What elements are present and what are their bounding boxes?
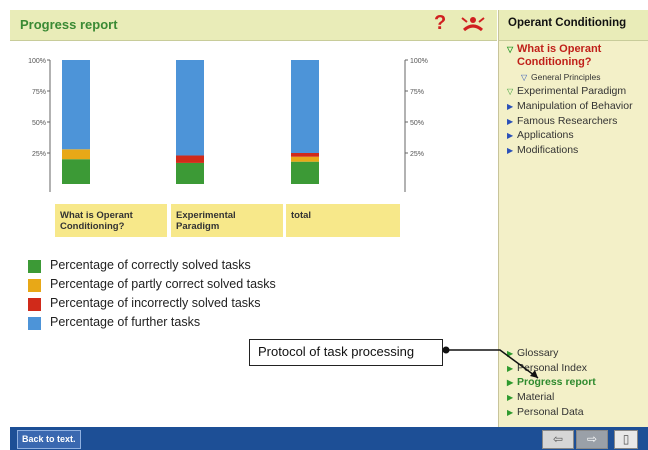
y-tick-label-left: 50% bbox=[32, 120, 46, 127]
category-label: Paradigm bbox=[176, 221, 219, 232]
title-bar: Progress report ? bbox=[10, 10, 497, 41]
back-to-text-button[interactable]: Back to text. bbox=[17, 430, 81, 449]
legend-item: Percentage of correctly solved tasks bbox=[28, 258, 328, 274]
progress-chart: 25% 25% 50% 50% 75% 75% 100% 100% What is Operan… bbox=[28, 58, 428, 237]
legend-label: Percentage of incorrectly solved tasks bbox=[50, 296, 261, 310]
sidebar-item-glossary[interactable]: ▶ Glossary bbox=[507, 347, 558, 359]
protocol-label: Protocol of task processing bbox=[258, 344, 415, 359]
person-icon[interactable] bbox=[458, 14, 488, 36]
category-label: total bbox=[291, 210, 311, 221]
previous-page-button[interactable]: ⇦ bbox=[542, 430, 574, 449]
triangle-down-icon: ▽ bbox=[507, 87, 514, 96]
sidebar-item-experimental-paradigm[interactable]: ▽ Experimental Paradigm bbox=[507, 85, 626, 97]
bar-segment bbox=[62, 149, 90, 160]
bottom-bar: Back to text. ⇦ ⇨ ▯ bbox=[10, 427, 648, 450]
sidebar-title: Operant Conditioning bbox=[508, 17, 627, 29]
arrow-right-icon: ⇨ bbox=[586, 432, 598, 446]
legend-item: Percentage of incorrectly solved tasks bbox=[28, 296, 328, 312]
bar-segment bbox=[62, 159, 90, 184]
help-icon[interactable]: ? bbox=[434, 12, 446, 35]
triangle-right-icon: ▶ bbox=[507, 117, 514, 126]
legend-label: Percentage of correctly solved tasks bbox=[50, 258, 251, 272]
category-label: Conditioning? bbox=[60, 221, 125, 232]
legend-item: Percentage of partly correct solved task… bbox=[28, 277, 328, 293]
y-tick-label-right: 50% bbox=[410, 120, 424, 127]
sidebar-item-famous-researchers[interactable]: ▶ Famous Researchers bbox=[507, 115, 617, 127]
triangle-right-icon: ▶ bbox=[507, 349, 514, 358]
triangle-down-icon: ▽ bbox=[507, 45, 514, 54]
legend-label: Percentage of partly correct solved task… bbox=[50, 277, 276, 291]
triangle-right-icon: ▶ bbox=[507, 408, 514, 417]
legend-swatch bbox=[28, 317, 41, 330]
y-tick-label-left: 25% bbox=[32, 151, 46, 158]
legend-swatch bbox=[28, 260, 41, 273]
triangle-right-icon: ▶ bbox=[507, 131, 514, 140]
legend-label: Percentage of further tasks bbox=[50, 315, 201, 329]
sidebar-item-progress-report[interactable]: ▶ Progress report bbox=[507, 376, 596, 388]
sidebar-item-material[interactable]: ▶ Material bbox=[507, 391, 554, 403]
triangle-right-icon: ▶ bbox=[507, 378, 514, 387]
sidebar-item-general-principles[interactable]: ▽ General Principles bbox=[521, 72, 600, 82]
bar-segment bbox=[291, 60, 319, 153]
y-tick-label-right: 75% bbox=[410, 89, 424, 96]
bar-segment bbox=[176, 155, 204, 163]
legend-swatch bbox=[28, 279, 41, 292]
bar-segment bbox=[291, 161, 319, 184]
legend-swatch bbox=[28, 298, 41, 311]
page-title: Progress report bbox=[20, 17, 118, 32]
y-tick-label-left: 75% bbox=[32, 89, 46, 96]
bar-segment bbox=[62, 60, 90, 150]
next-page-button[interactable]: ⇨ bbox=[576, 430, 608, 449]
layout-toggle-button[interactable]: ▯ bbox=[614, 430, 638, 449]
bar-segment bbox=[291, 153, 319, 157]
bar-segment bbox=[176, 162, 204, 184]
bar-segment bbox=[291, 156, 319, 162]
triangle-right-icon: ▶ bbox=[507, 393, 514, 402]
sidebar-item-what-is-operant-cont[interactable]: Conditioning? bbox=[517, 56, 592, 68]
sidebar-item-what-is-operant[interactable]: ▽ What is Operant bbox=[507, 43, 601, 55]
arrow-left-icon: ⇦ bbox=[552, 432, 564, 446]
sidebar-item-manipulation[interactable]: ▶ Manipulation of Behavior bbox=[507, 100, 633, 112]
main-panel: Progress report ? 25% 25% 50% 50% 75% 75% 100%… bbox=[10, 10, 497, 427]
category-label: What is Operant bbox=[60, 210, 134, 221]
y-tick-label-right: 100% bbox=[410, 58, 428, 65]
sidebar: Operant Conditioning ▽ What is Operant Co… bbox=[498, 10, 648, 427]
y-tick-label-right: 25% bbox=[410, 151, 424, 158]
protocol-callout: Protocol of task processing bbox=[249, 339, 443, 366]
sidebar-item-personal-data[interactable]: ▶ Personal Data bbox=[507, 406, 584, 418]
sidebar-header: Operant Conditioning bbox=[499, 10, 648, 41]
category-label: Experimental bbox=[176, 210, 236, 221]
triangle-down-icon: ▽ bbox=[521, 73, 528, 82]
sidebar-item-personal-index[interactable]: ▶ Personal Index bbox=[507, 362, 587, 374]
sidebar-item-applications[interactable]: ▶ Applications bbox=[507, 129, 574, 141]
triangle-right-icon: ▶ bbox=[507, 102, 514, 111]
bar-segment bbox=[176, 60, 204, 156]
panel-layout-icon: ▯ bbox=[622, 432, 630, 446]
sidebar-item-modifications[interactable]: ▶ Modifications bbox=[507, 144, 578, 156]
y-tick-label-left: 100% bbox=[28, 58, 46, 65]
legend-item: Percentage of further tasks bbox=[28, 315, 328, 331]
triangle-right-icon: ▶ bbox=[507, 364, 514, 373]
app-window: Progress report ? 25% 25% 50% 50% 75% 75% 100%… bbox=[10, 10, 648, 450]
triangle-right-icon: ▶ bbox=[507, 146, 514, 155]
